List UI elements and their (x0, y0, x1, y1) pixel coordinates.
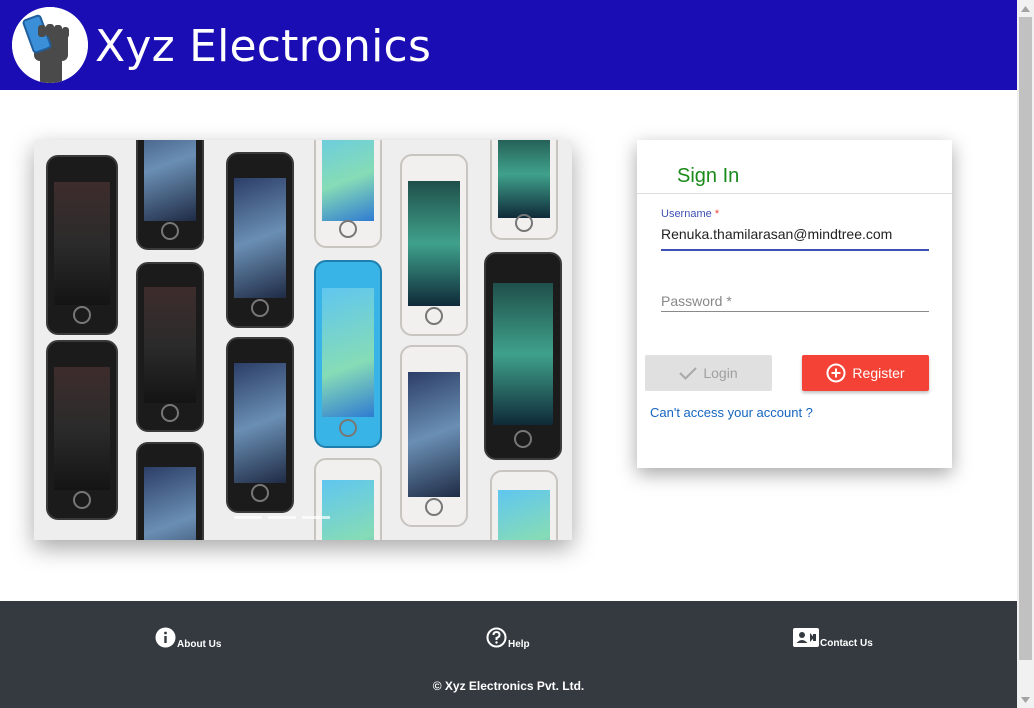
product-carousel[interactable] (34, 140, 572, 540)
phone-image (46, 155, 118, 335)
footer-help-link[interactable]: Help (486, 627, 530, 650)
phone-image (314, 140, 382, 248)
phone-image (136, 140, 204, 250)
phone-image (400, 345, 468, 527)
help-label: Help (508, 639, 530, 650)
signin-title: Sign In (677, 165, 740, 187)
brand-title: Xyz Electronics (95, 21, 432, 72)
phone-image (484, 252, 562, 460)
vertical-scrollbar[interactable] (1017, 0, 1034, 708)
login-label: Login (703, 365, 738, 381)
brand-logo[interactable] (12, 7, 88, 83)
scroll-up-arrow-icon[interactable] (1017, 0, 1034, 17)
phone-image (490, 470, 558, 540)
required-marker: * (714, 208, 720, 220)
add-circle-icon (826, 363, 846, 383)
footer-contact-link[interactable]: Contact Us (793, 628, 873, 649)
footer-about-link[interactable]: About Us (155, 627, 222, 650)
scroll-thumb[interactable] (1019, 17, 1032, 660)
copyright-text: © Xyz Electronics Pvt. Ltd. (432, 679, 585, 693)
app-footer: About Us Help Contact Us © Xyz Electroni… (0, 601, 1017, 708)
username-input[interactable] (661, 222, 929, 246)
app-header: Xyz Electronics (0, 0, 1017, 90)
phone-image (226, 337, 294, 513)
phone-image (46, 340, 118, 520)
phone-image (136, 262, 204, 432)
password-underline (661, 311, 929, 312)
phone-image (490, 140, 558, 240)
info-icon (155, 627, 176, 648)
register-button[interactable]: Register (802, 355, 929, 391)
username-underline (661, 249, 929, 251)
help-circle-icon (486, 627, 507, 648)
about-us-label: About Us (177, 639, 222, 650)
carousel-indicator[interactable] (234, 516, 262, 519)
username-label: Username (661, 208, 712, 220)
phone-image (314, 260, 382, 448)
register-label: Register (852, 365, 905, 381)
carousel-indicators (234, 516, 330, 519)
password-input[interactable]: Password * (661, 293, 732, 309)
carousel-indicator[interactable] (268, 516, 296, 519)
forgot-account-link[interactable]: Can't access your account ? (650, 405, 813, 420)
signin-card: Sign In Username * Password * Login Regi… (637, 140, 952, 468)
phone-image (400, 154, 468, 336)
scroll-down-arrow-icon[interactable] (1017, 691, 1034, 708)
carousel-indicator[interactable] (302, 516, 330, 519)
contact-us-label: Contact Us (820, 638, 873, 649)
contact-card-icon (793, 628, 819, 647)
phone-image (136, 442, 204, 540)
login-button[interactable]: Login (645, 355, 772, 391)
phone-image (314, 458, 382, 540)
phone-image (226, 152, 294, 328)
fist-phone-logo-icon (12, 7, 88, 83)
card-divider (637, 193, 952, 194)
check-icon (679, 366, 698, 380)
